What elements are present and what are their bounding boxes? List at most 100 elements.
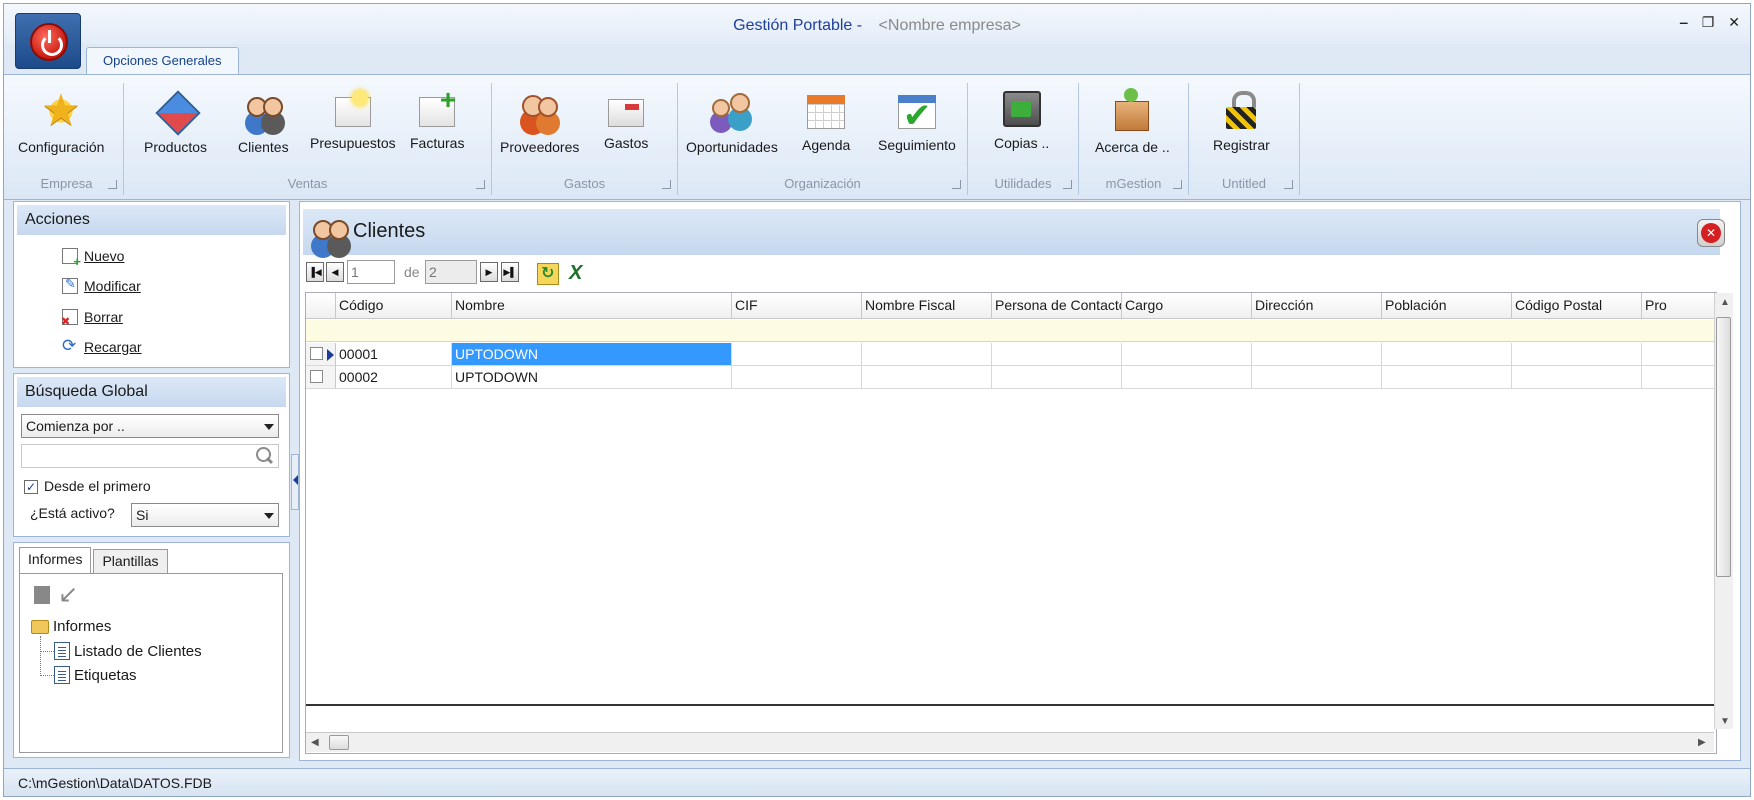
tree-item-listado-clientes[interactable]: Listado de Clientes xyxy=(54,642,202,660)
acerca-button[interactable]: Acerca de .. xyxy=(1095,88,1170,155)
excel-export-icon[interactable] xyxy=(566,262,588,285)
desde-primero-checkbox[interactable]: ✓ xyxy=(24,480,38,494)
proveedores-button[interactable]: Proveedores xyxy=(500,91,579,155)
recargar-label: Recargar xyxy=(84,339,142,355)
informes-content: ↙ Informes Listado de Clientes Etiquetas xyxy=(19,573,283,753)
panel-splitter[interactable] xyxy=(291,454,299,510)
presupuestos-button[interactable]: Presupuestos xyxy=(310,90,396,151)
row-checkbox[interactable] xyxy=(310,347,323,360)
facturas-button[interactable]: Facturas xyxy=(410,84,464,151)
table-cell[interactable] xyxy=(862,343,992,366)
scroll-up-icon[interactable]: ▲ xyxy=(1720,297,1730,308)
arrow-down-left-icon[interactable]: ↙ xyxy=(58,580,78,609)
tab-opciones-generales[interactable]: Opciones Generales xyxy=(86,47,239,75)
tab-informes[interactable]: Informes xyxy=(19,547,92,573)
clientes-button[interactable]: Clientes xyxy=(238,91,289,155)
column-header[interactable]: Nombre xyxy=(452,293,732,319)
dialog-launcher-icon[interactable] xyxy=(952,180,961,189)
restore-button[interactable]: ❐ xyxy=(1702,14,1715,31)
minimize-button[interactable]: ‒ xyxy=(1680,14,1688,31)
tree-item-etiquetas[interactable]: Etiquetas xyxy=(54,666,137,684)
table-cell[interactable] xyxy=(1122,343,1252,366)
dialog-launcher-icon[interactable] xyxy=(1063,180,1072,189)
busqueda-title: Búsqueda Global xyxy=(17,377,286,407)
last-record-button[interactable]: ▶▌ xyxy=(501,262,519,282)
column-header[interactable]: Nombre Fiscal xyxy=(862,293,992,319)
dialog-launcher-icon[interactable] xyxy=(1284,180,1293,189)
oportunidades-button[interactable]: Oportunidades xyxy=(686,91,778,155)
row-selector[interactable] xyxy=(306,343,336,366)
activo-select[interactable]: Si xyxy=(131,503,279,527)
copias-button[interactable]: Copias .. xyxy=(994,91,1049,151)
table-cell[interactable] xyxy=(992,343,1122,366)
dialog-launcher-icon[interactable] xyxy=(662,180,671,189)
first-record-button[interactable]: ▐◀ xyxy=(306,262,324,282)
next-record-button[interactable]: ▶ xyxy=(480,262,498,282)
tab-plantillas[interactable]: Plantillas xyxy=(93,549,168,573)
dialog-launcher-icon[interactable] xyxy=(476,180,485,189)
borrar-action[interactable]: Borrar xyxy=(61,309,123,328)
tree-root-informes[interactable]: Informes xyxy=(31,618,111,635)
table-cell[interactable] xyxy=(1512,366,1642,389)
table-cell[interactable] xyxy=(992,366,1122,389)
prev-record-button[interactable]: ◀ xyxy=(326,262,344,282)
app-menu-button[interactable] xyxy=(15,13,81,69)
current-record-input[interactable]: 1 xyxy=(347,260,395,284)
agenda-button[interactable]: Agenda xyxy=(802,91,850,153)
search-icon[interactable] xyxy=(254,446,274,466)
table-cell-selected[interactable]: UPTODOWN xyxy=(452,343,732,366)
table-cell[interactable] xyxy=(1512,343,1642,366)
table-cell[interactable] xyxy=(732,343,862,366)
scroll-down-icon[interactable]: ▼ xyxy=(1720,716,1730,727)
search-mode-select[interactable]: Comienza por .. xyxy=(21,414,279,438)
configuracion-button[interactable]: Configuración xyxy=(18,85,104,155)
filter-row[interactable] xyxy=(306,320,1716,342)
group-label-untitled: Untitled xyxy=(1221,176,1267,191)
table-cell[interactable] xyxy=(1252,343,1382,366)
lock-icon xyxy=(1226,91,1257,129)
scroll-right-icon[interactable]: ▶ xyxy=(1698,737,1706,748)
column-header[interactable]: Dirección xyxy=(1252,293,1382,319)
search-input[interactable] xyxy=(21,444,279,468)
table-cell[interactable] xyxy=(1382,366,1512,389)
table-cell[interactable] xyxy=(1382,343,1512,366)
column-header[interactable]: Persona de Contacto xyxy=(992,293,1122,319)
acciones-title: Acciones xyxy=(17,205,286,235)
seguimiento-button[interactable]: Seguimiento xyxy=(878,91,956,153)
column-header[interactable]: Pro xyxy=(1642,293,1716,319)
report-doc-icon[interactable] xyxy=(34,586,50,604)
row-checkbox[interactable] xyxy=(310,370,323,383)
table-cell[interactable]: 00002 xyxy=(336,366,452,389)
table-cell[interactable]: UPTODOWN xyxy=(452,366,732,389)
nuevo-action[interactable]: Nuevo xyxy=(62,248,124,269)
table-cell[interactable] xyxy=(1252,366,1382,389)
table-cell[interactable]: 00001 xyxy=(336,343,452,366)
registrar-button[interactable]: Registrar xyxy=(1213,91,1270,153)
scroll-left-icon[interactable]: ◀ xyxy=(311,737,319,748)
recargar-action[interactable]: Recargar xyxy=(62,336,142,356)
tree-item-label: Listado de Clientes xyxy=(74,642,202,660)
table-cell[interactable] xyxy=(1642,343,1716,366)
productos-button[interactable]: Productos xyxy=(144,91,207,155)
dialog-launcher-icon[interactable] xyxy=(1173,180,1182,189)
close-form-button[interactable] xyxy=(1697,219,1725,247)
close-button[interactable]: ✕ xyxy=(1728,14,1740,31)
column-header[interactable]: Código xyxy=(336,293,452,319)
refresh-icon[interactable] xyxy=(537,263,559,285)
group-label-ventas: Ventas xyxy=(287,176,328,191)
column-header[interactable]: Cargo xyxy=(1122,293,1252,319)
gastos-button[interactable]: Gastos xyxy=(604,91,648,151)
modificar-action[interactable]: Modificar xyxy=(62,276,141,294)
table-cell[interactable] xyxy=(1122,366,1252,389)
dialog-launcher-icon[interactable] xyxy=(108,180,117,189)
vertical-scroll-thumb[interactable] xyxy=(1716,317,1731,577)
column-header[interactable]: Población xyxy=(1382,293,1512,319)
column-header[interactable]: Código Postal xyxy=(1512,293,1642,319)
table-cell[interactable] xyxy=(1642,366,1716,389)
table-cell[interactable] xyxy=(732,366,862,389)
column-header[interactable]: CIF xyxy=(732,293,862,319)
horizontal-scroll-thumb[interactable] xyxy=(329,735,349,750)
table-cell[interactable] xyxy=(862,366,992,389)
row-selector[interactable] xyxy=(306,366,336,389)
horizontal-scrollbar[interactable] xyxy=(306,732,1714,752)
